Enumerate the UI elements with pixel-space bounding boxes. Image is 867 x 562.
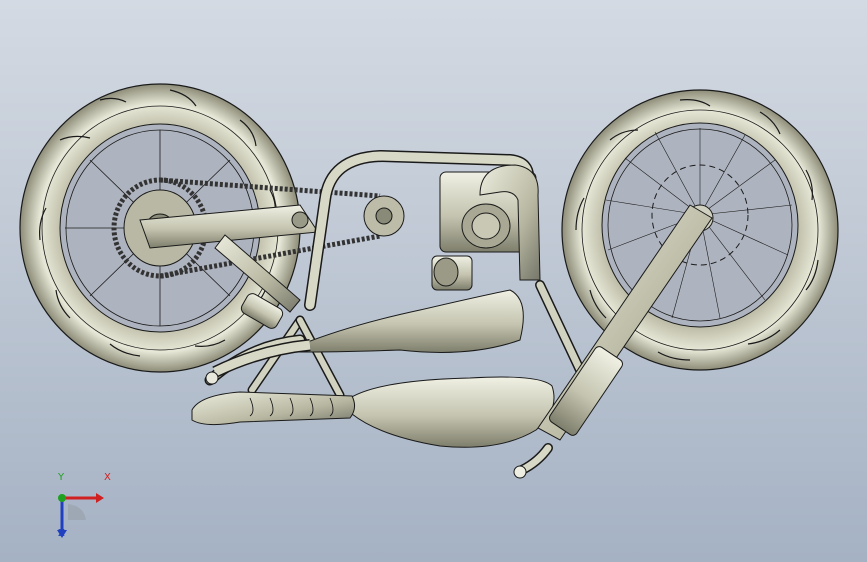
- z-axis-label: Z: [58, 528, 65, 539]
- coordinate-triad: X Y Z: [44, 472, 124, 548]
- x-axis-label: X: [104, 472, 111, 483]
- motorcycle-model[interactable]: [0, 0, 867, 562]
- triad-axes: [57, 493, 104, 538]
- seat[interactable]: [191, 391, 356, 426]
- y-axis-dot: [58, 494, 66, 502]
- graphics-viewport[interactable]: X Y Z: [0, 0, 867, 562]
- fuel-tank[interactable]: [349, 376, 555, 448]
- y-axis-label: Y: [58, 472, 65, 483]
- engine[interactable]: [431, 164, 541, 291]
